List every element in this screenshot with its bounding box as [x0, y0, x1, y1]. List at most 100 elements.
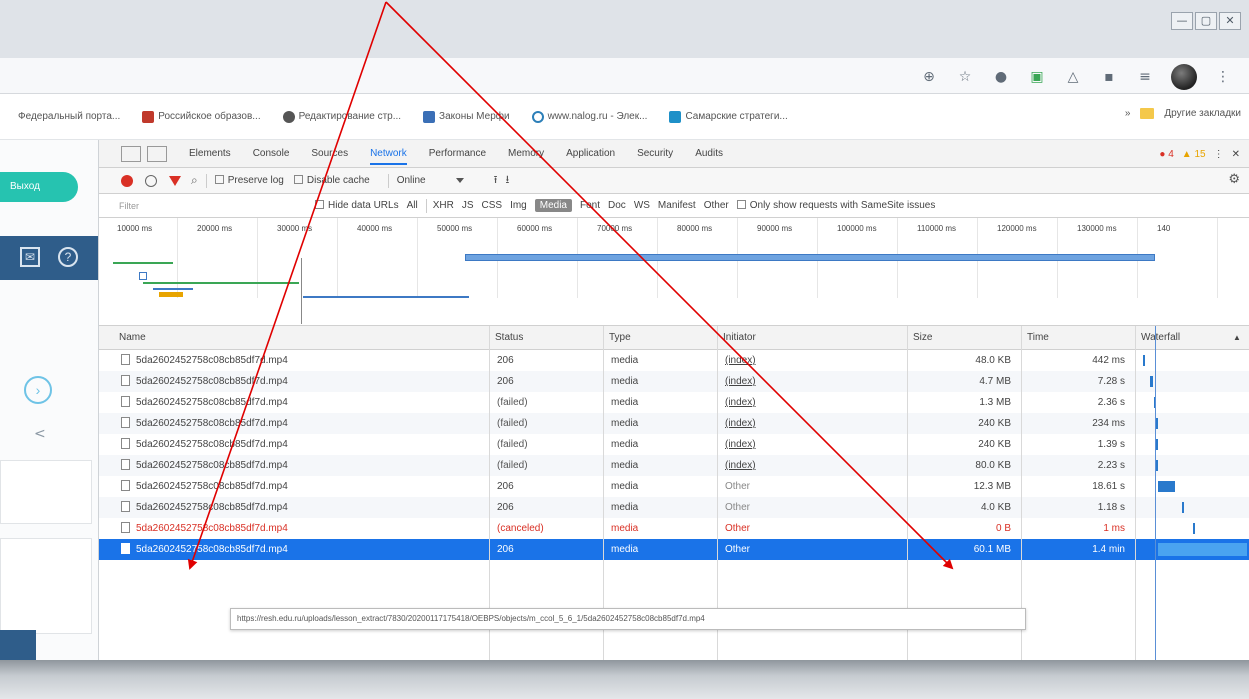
filter-type-font[interactable]: Font: [580, 200, 600, 211]
clear-icon[interactable]: [145, 174, 157, 187]
bookmark-item[interactable]: Федеральный порта...: [18, 111, 120, 122]
table-row[interactable]: 5da2602452758c08cb85df7d.mp4 (failed) medi…: [99, 455, 1249, 476]
bookmark-label: Российское образов...: [158, 111, 261, 122]
cell-initiator[interactable]: (index): [719, 455, 905, 476]
column-header-time[interactable]: Time: [1023, 326, 1133, 349]
samesite-checkbox[interactable]: Only show requests with SameSite issues: [736, 200, 935, 211]
filter-type-ws[interactable]: WS: [634, 200, 650, 211]
bookmarks-more-button[interactable]: »: [1125, 108, 1131, 119]
tab-audits[interactable]: Audits: [695, 148, 723, 159]
star-icon[interactable]: ☆: [955, 67, 975, 87]
close-button[interactable]: ✕: [1219, 12, 1241, 30]
filter-type-css[interactable]: CSS: [482, 200, 503, 211]
sort-asc-icon[interactable]: ▲: [1229, 326, 1243, 349]
share-icon[interactable]: <: [34, 426, 46, 442]
column-header-initiator[interactable]: Initiator: [719, 326, 905, 349]
cell-time-text: 1 ms: [1103, 523, 1125, 534]
search-icon[interactable]: ⌕: [191, 173, 198, 188]
cell-initiator[interactable]: (index): [719, 434, 905, 455]
error-count[interactable]: ● 4: [1159, 149, 1173, 160]
table-row[interactable]: 5da2602452758c08cb85df7d.mp4 (failed) medi…: [99, 392, 1249, 413]
device-toggle-icon[interactable]: [147, 145, 167, 162]
column-header-name[interactable]: Name: [115, 326, 485, 349]
help-icon[interactable]: ?: [58, 247, 78, 267]
filter-type-img[interactable]: Img: [510, 200, 527, 211]
table-row[interactable]: 5da2602452758c08cb85df7d.mp4 (failed) medi…: [99, 434, 1249, 455]
next-arrow-icon[interactable]: ›: [24, 376, 52, 404]
filter-type-all[interactable]: All: [407, 200, 418, 211]
disable-cache-checkbox[interactable]: Disable cache: [293, 175, 370, 186]
cell-initiator[interactable]: Other: [719, 518, 905, 539]
tab-memory[interactable]: Memory: [508, 148, 544, 159]
bookmark-item[interactable]: Законы Мерфи: [423, 110, 510, 123]
bookmark-item[interactable]: www.nalog.ru - Элек...: [531, 110, 647, 123]
menu-icon[interactable]: ≡: [1135, 67, 1155, 87]
more-icon[interactable]: ⋮: [1213, 67, 1233, 87]
column-header-type[interactable]: Type: [605, 326, 715, 349]
extension-icon[interactable]: ●: [991, 67, 1011, 87]
avatar[interactable]: [1171, 64, 1197, 90]
cell-initiator[interactable]: Other: [719, 497, 905, 518]
hide-data-urls-checkbox[interactable]: Hide data URLs: [315, 200, 399, 211]
cell-initiator[interactable]: (index): [719, 350, 905, 371]
preserve-log-label: Preserve log: [227, 175, 284, 186]
table-row[interactable]: 5da2602452758c08cb85df7d.mp4 (canceled) me…: [99, 518, 1249, 539]
app-icon[interactable]: ▣: [1027, 67, 1047, 87]
inspect-icon[interactable]: [121, 145, 141, 162]
table-row[interactable]: 5da2602452758c08cb85df7d.mp4 206 media Othe…: [99, 497, 1249, 518]
tab-application[interactable]: Application: [566, 148, 615, 159]
table-row[interactable]: 5da2602452758c08cb85df7d.mp4 (failed) medi…: [99, 413, 1249, 434]
bookmark-item[interactable]: Самарские стратеги...: [669, 110, 788, 123]
cell-initiator[interactable]: (index): [719, 392, 905, 413]
other-bookmarks[interactable]: Другие закладки: [1164, 108, 1241, 119]
column-header-waterfall[interactable]: Waterfall: [1137, 326, 1237, 349]
maximize-button[interactable]: ▢: [1195, 12, 1217, 30]
bell-icon[interactable]: △: [1063, 67, 1083, 87]
gear-icon[interactable]: ⚙: [1228, 172, 1240, 187]
table-row[interactable]: 5da2602452758c08cb85df7d.mp4 206 media (ind…: [99, 371, 1249, 392]
cell-initiator[interactable]: Other: [719, 539, 905, 560]
filter-type-js[interactable]: JS: [462, 200, 474, 211]
timeline-tick-label: 50000 ms: [437, 224, 473, 233]
cell-initiator[interactable]: (index): [719, 371, 905, 392]
window-controls: — ▢ ✕: [1171, 12, 1241, 30]
preserve-log-checkbox[interactable]: Preserve log: [214, 175, 284, 186]
warning-count[interactable]: ▲ 15: [1182, 149, 1206, 160]
throttle-select[interactable]: Online: [397, 175, 464, 186]
tab-elements[interactable]: Elements: [189, 148, 231, 159]
bookmark-item[interactable]: Российское образов...: [142, 110, 261, 123]
minimize-button[interactable]: —: [1171, 12, 1193, 30]
tab-security[interactable]: Security: [637, 148, 673, 159]
record-icon[interactable]: [121, 174, 133, 187]
table-row[interactable]: 5da2602452758c08cb85df7d.mp4 206 media Othe…: [99, 539, 1249, 560]
tab-network[interactable]: Network: [370, 148, 407, 165]
cell-name: 5da2602452758c08cb85df7d.mp4: [115, 371, 487, 392]
mail-icon[interactable]: ✉: [20, 247, 40, 267]
cell-initiator[interactable]: Other: [719, 476, 905, 497]
tab-performance[interactable]: Performance: [429, 148, 486, 159]
column-header-size[interactable]: Size: [909, 326, 1019, 349]
filter-input[interactable]: Filter: [119, 197, 315, 215]
network-overview[interactable]: 10000 ms 20000 ms 30000 ms 40000 ms 50000 ms…: [99, 218, 1249, 326]
cell-initiator[interactable]: (index): [719, 413, 905, 434]
filter-type-doc[interactable]: Doc: [608, 200, 626, 211]
filter-type-other[interactable]: Other: [704, 200, 729, 211]
cell-name-text: 5da2602452758c08cb85df7d.mp4: [136, 523, 288, 534]
table-row[interactable]: 5da2602452758c08cb85df7d.mp4 206 media Othe…: [99, 476, 1249, 497]
filter-type-manifest[interactable]: Manifest: [658, 200, 696, 211]
bookmark-item[interactable]: Редактирование стр...: [282, 110, 401, 123]
more-icon[interactable]: ⋮: [1214, 149, 1224, 160]
close-devtools-icon[interactable]: ✕: [1232, 149, 1240, 160]
tab-sources[interactable]: Sources: [311, 148, 348, 159]
filter-type-media[interactable]: Media: [534, 199, 572, 212]
import-icon[interactable]: ⭱: [494, 171, 498, 190]
column-header-status[interactable]: Status: [491, 326, 601, 349]
tab-console[interactable]: Console: [253, 148, 290, 159]
ext2-icon[interactable]: ▪: [1099, 67, 1119, 87]
filter-type-xhr[interactable]: XHR: [433, 200, 454, 211]
table-row[interactable]: 5da2602452758c08cb85df7d.mp4 206 media (ind…: [99, 350, 1249, 371]
exit-button[interactable]: Выход: [0, 172, 78, 202]
zoom-icon[interactable]: ⊕: [919, 67, 939, 87]
filter-icon[interactable]: [169, 175, 181, 186]
export-icon[interactable]: ⭳: [505, 171, 509, 190]
